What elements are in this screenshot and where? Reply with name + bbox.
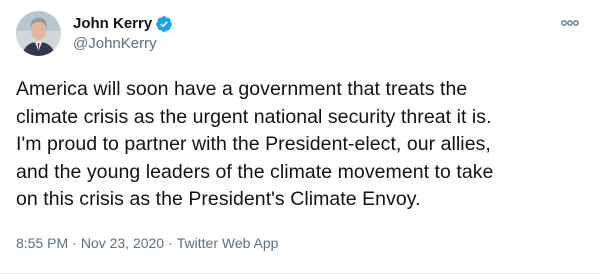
tweet-time-link[interactable]: 8:55 PM [16,235,68,251]
author-handle[interactable]: @JohnKerry [73,34,173,54]
tweet-source-link[interactable]: Twitter Web App [177,235,279,251]
tweet-date-link[interactable]: Nov 23, 2020 [81,235,164,251]
tweet-card: John Kerry @JohnKerry America will soon … [0,0,600,274]
verified-badge-icon [155,15,173,33]
separator: · [72,235,77,251]
avatar[interactable] [16,11,61,56]
tweet-text: America will soon have a government that… [16,78,494,210]
author-display-name[interactable]: John Kerry [73,14,152,34]
author-names: John Kerry @JohnKerry [73,14,173,54]
name-row: John Kerry [73,14,173,34]
tweet-header: John Kerry @JohnKerry [16,11,173,56]
profile-photo-icon [16,11,61,56]
more-options-icon[interactable] [560,16,580,30]
tweet-metadata: 8:55 PM · Nov 23, 2020 · Twitter Web App [16,235,278,251]
separator: · [168,235,173,251]
